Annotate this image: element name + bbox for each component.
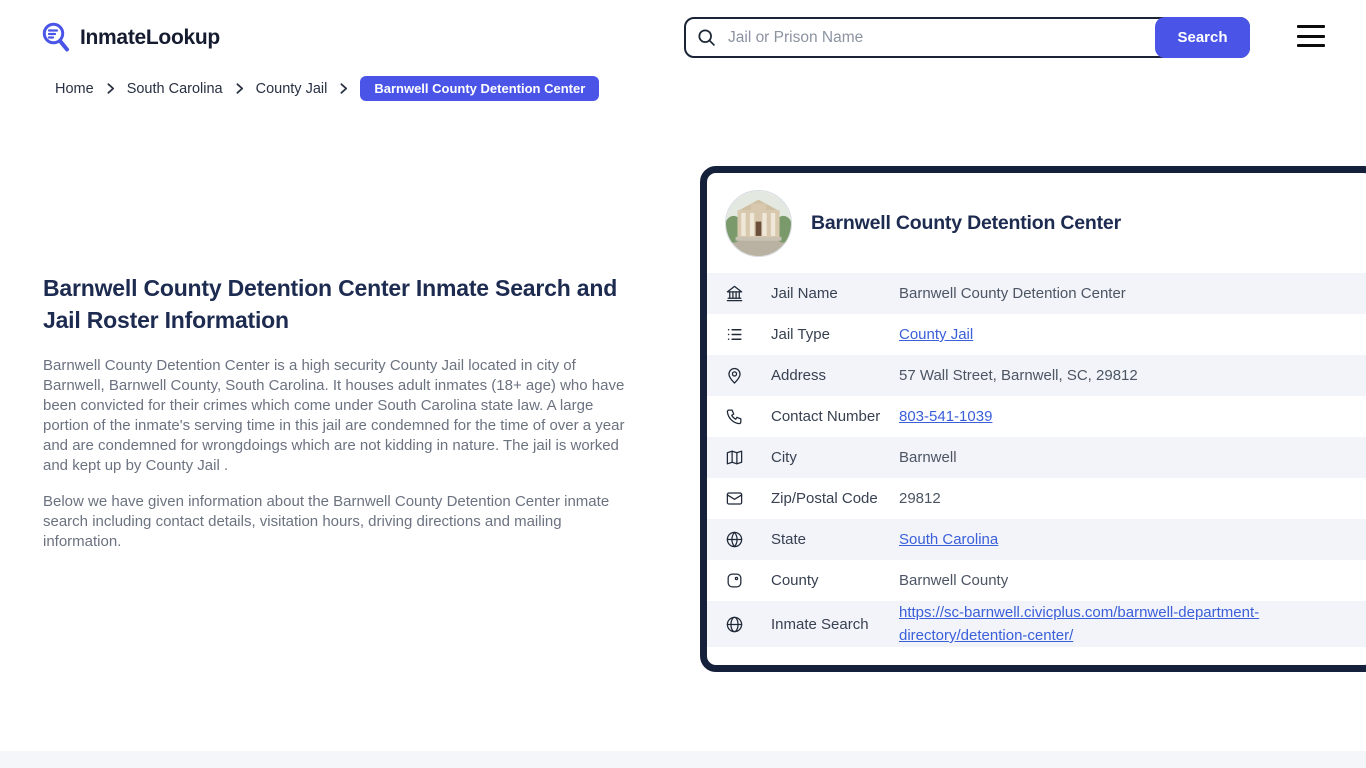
intro-section: Barnwell County Detention Center Inmate … xyxy=(43,272,633,552)
list-icon xyxy=(725,325,771,344)
breadcrumb: Home South Carolina County Jail Barnwell… xyxy=(55,76,599,101)
row-value: Barnwell xyxy=(899,446,1366,469)
bank-icon xyxy=(725,284,771,303)
breadcrumb-home[interactable]: Home xyxy=(55,81,94,97)
chevron-right-icon xyxy=(104,82,117,95)
jail-details-table: Jail NameBarnwell County Detention Cente… xyxy=(707,273,1366,647)
chevron-right-icon xyxy=(233,82,246,95)
row-label: Jail Name xyxy=(771,285,899,302)
logo-text: InmateLookup xyxy=(80,26,220,50)
row-value-link[interactable]: https://sc-barnwell.civicplus.com/barnwe… xyxy=(899,604,1259,644)
county-map-icon xyxy=(725,571,771,590)
intro-paragraph: Below we have given information about th… xyxy=(43,492,633,552)
row-value: South Carolina xyxy=(899,528,1366,551)
table-row: Contact Number803-541-1039 xyxy=(707,396,1366,437)
row-value-link[interactable]: 803-541-1039 xyxy=(899,408,992,425)
table-row: CountyBarnwell County xyxy=(707,560,1366,601)
table-row: StateSouth Carolina xyxy=(707,519,1366,560)
search-bar: Search xyxy=(684,17,1250,58)
chevron-right-icon xyxy=(337,82,350,95)
row-label: Address xyxy=(771,367,899,384)
mail-icon xyxy=(725,489,771,508)
table-row: CityBarnwell xyxy=(707,437,1366,478)
page: InmateLookup Search Home South Carolina … xyxy=(0,0,1366,768)
table-row: Jail TypeCounty Jail xyxy=(707,314,1366,355)
map-icon xyxy=(725,448,771,467)
map-pin-icon xyxy=(725,366,771,385)
page-title: Barnwell County Detention Center Inmate … xyxy=(43,272,633,336)
row-label: County xyxy=(771,572,899,589)
row-value: 803-541-1039 xyxy=(899,405,1366,428)
row-label: State xyxy=(771,531,899,548)
breadcrumb-state[interactable]: South Carolina xyxy=(127,81,223,97)
row-label: Contact Number xyxy=(771,408,899,425)
row-label: Zip/Postal Code xyxy=(771,490,899,507)
table-row: Inmate Searchhttps://sc-barnwell.civicpl… xyxy=(707,601,1366,647)
search-button[interactable]: Search xyxy=(1155,17,1250,58)
row-value-link[interactable]: County Jail xyxy=(899,326,973,343)
row-label: Jail Type xyxy=(771,326,899,343)
site-logo[interactable]: InmateLookup xyxy=(40,21,220,55)
breadcrumb-current-badge: Barnwell County Detention Center xyxy=(360,76,599,101)
menu-hamburger-icon[interactable] xyxy=(1297,25,1325,47)
table-row: Address57 Wall Street, Barnwell, SC, 298… xyxy=(707,355,1366,396)
jail-card-header: Barnwell County Detention Center xyxy=(707,173,1366,273)
magnifier-doc-logo-icon xyxy=(40,21,72,55)
globe-icon xyxy=(725,530,771,549)
row-value: https://sc-barnwell.civicplus.com/barnwe… xyxy=(899,601,1366,647)
row-value-link[interactable]: South Carolina xyxy=(899,531,998,548)
row-label: Inmate Search xyxy=(771,616,899,633)
row-value: Barnwell County xyxy=(899,569,1366,592)
row-value: 57 Wall Street, Barnwell, SC, 29812 xyxy=(899,364,1366,387)
intro-paragraph: Barnwell County Detention Center is a hi… xyxy=(43,356,633,476)
row-value: 29812 xyxy=(899,487,1366,510)
phone-icon xyxy=(725,407,771,426)
table-row: Jail NameBarnwell County Detention Cente… xyxy=(707,273,1366,314)
row-label: City xyxy=(771,449,899,466)
web-icon xyxy=(725,615,771,634)
footer-strip xyxy=(0,751,1366,768)
row-value: County Jail xyxy=(899,323,1366,346)
table-row: Zip/Postal Code29812 xyxy=(707,478,1366,519)
jail-card-title: Barnwell County Detention Center xyxy=(811,212,1121,235)
breadcrumb-county-jail[interactable]: County Jail xyxy=(256,81,328,97)
row-value: Barnwell County Detention Center xyxy=(899,282,1366,305)
jail-building-photo xyxy=(725,190,792,257)
jail-info-card: Barnwell County Detention Center Jail Na… xyxy=(700,166,1366,672)
